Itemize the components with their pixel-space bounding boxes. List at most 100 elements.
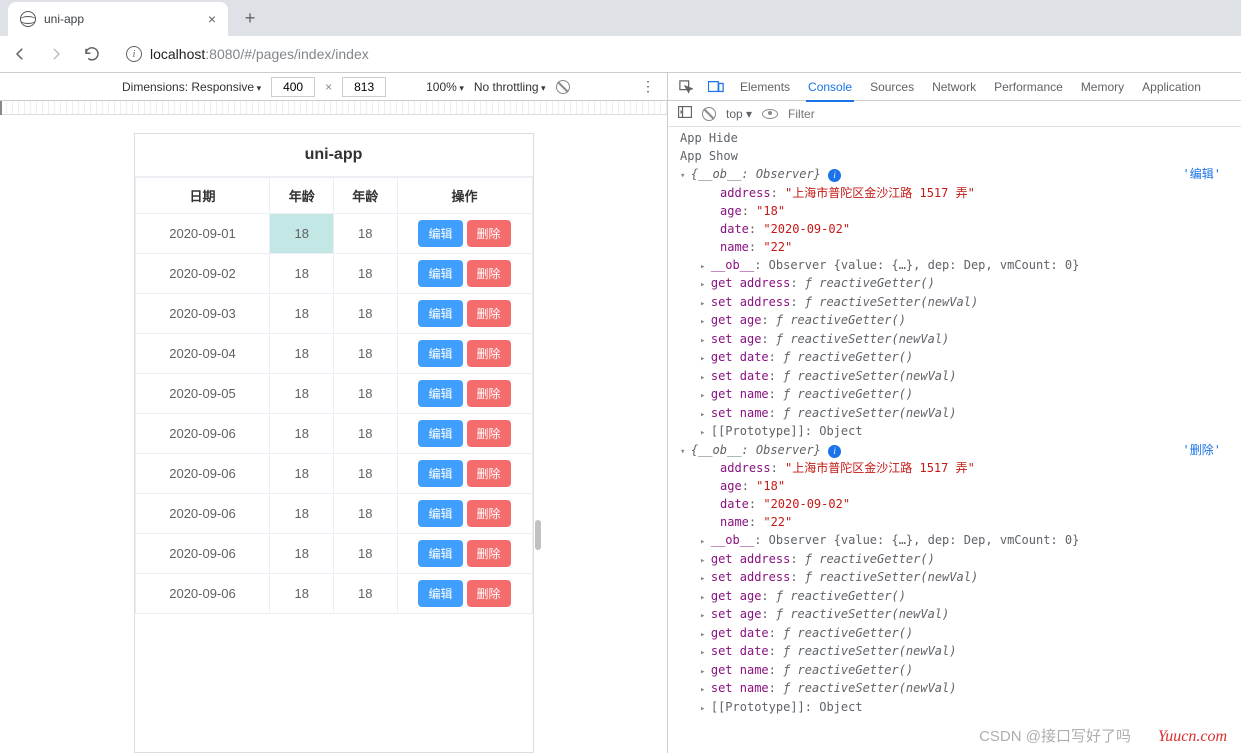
dimensions-dropdown[interactable]: Dimensions: Responsive xyxy=(122,80,261,94)
tab-strip: uni-app × + xyxy=(0,0,1241,36)
edit-button[interactable]: 编辑 xyxy=(418,500,462,527)
delete-button[interactable]: 删除 xyxy=(467,220,511,247)
close-icon[interactable]: × xyxy=(208,11,216,27)
column-header: 年龄 xyxy=(333,178,397,214)
delete-button[interactable]: 删除 xyxy=(467,460,511,487)
device-height-input[interactable] xyxy=(342,77,386,97)
cell-age: 18 xyxy=(270,334,334,374)
cell-date: 2020-09-04 xyxy=(135,334,270,374)
devtools-tab-network[interactable]: Network xyxy=(930,74,978,100)
delete-button[interactable]: 删除 xyxy=(467,500,511,527)
cell-age: 18 xyxy=(333,214,397,254)
table-row: 2020-09-03 18 18 编辑 删除 xyxy=(135,294,532,334)
column-header: 日期 xyxy=(135,178,270,214)
edit-button[interactable]: 编辑 xyxy=(418,300,462,327)
throttling-dropdown[interactable]: No throttling xyxy=(474,80,546,94)
delete-button[interactable]: 删除 xyxy=(467,260,511,287)
url-text: localhost:8080/#/pages/index/index xyxy=(150,46,369,62)
table-row: 2020-09-06 18 18 编辑 删除 xyxy=(135,454,532,494)
edit-button[interactable]: 编辑 xyxy=(418,460,462,487)
cell-age: 18 xyxy=(270,494,334,534)
browser-tab[interactable]: uni-app × xyxy=(8,2,228,36)
browser-toolbar: i localhost:8080/#/pages/index/index xyxy=(0,36,1241,72)
context-selector[interactable]: top ▾ xyxy=(726,107,752,121)
device-emulator: Dimensions: Responsive × 100% No throttl… xyxy=(0,73,668,753)
console-sidebar-toggle-icon[interactable] xyxy=(678,106,692,121)
no-throttle-icon[interactable] xyxy=(556,80,570,94)
live-expression-icon[interactable] xyxy=(762,109,778,119)
edit-button[interactable]: 编辑 xyxy=(418,220,462,247)
browser-chrome: uni-app × + i localhost:8080/#/pages/ind… xyxy=(0,0,1241,73)
data-table: 日期年龄年龄操作 2020-09-01 18 18 编辑 删除 2020-09-… xyxy=(135,177,533,614)
zoom-dropdown[interactable]: 100% xyxy=(426,80,464,94)
table-row: 2020-09-05 18 18 编辑 删除 xyxy=(135,374,532,414)
cell-date: 2020-09-06 xyxy=(135,454,270,494)
device-viewport: uni-app 日期年龄年龄操作 2020-09-01 18 18 编辑 删除 … xyxy=(134,133,534,753)
delete-button[interactable]: 删除 xyxy=(467,300,511,327)
site-info-icon[interactable]: i xyxy=(126,46,142,62)
table-row: 2020-09-06 18 18 编辑 删除 xyxy=(135,414,532,454)
table-row: 2020-09-06 18 18 编辑 删除 xyxy=(135,534,532,574)
devtools-tab-application[interactable]: Application xyxy=(1140,74,1203,100)
cell-date: 2020-09-01 xyxy=(135,214,270,254)
back-button[interactable] xyxy=(8,42,32,66)
cell-age: 18 xyxy=(270,374,334,414)
edit-button[interactable]: 编辑 xyxy=(418,340,462,367)
cell-date: 2020-09-06 xyxy=(135,414,270,454)
cell-date: 2020-09-06 xyxy=(135,534,270,574)
csdn-watermark: CSDN @接口写好了吗 xyxy=(979,725,1131,746)
delete-button[interactable]: 删除 xyxy=(467,380,511,407)
cell-age: 18 xyxy=(333,254,397,294)
cell-age: 18 xyxy=(270,534,334,574)
cell-date: 2020-09-06 xyxy=(135,494,270,534)
more-options-icon[interactable]: ⋮ xyxy=(641,78,655,95)
tab-title: uni-app xyxy=(44,12,84,26)
inspect-icon[interactable] xyxy=(678,79,694,95)
devtools-tab-sources[interactable]: Sources xyxy=(868,74,916,100)
cell-age: 18 xyxy=(270,574,334,614)
devtools-tab-elements[interactable]: Elements xyxy=(738,74,792,100)
cell-actions: 编辑 删除 xyxy=(397,334,532,374)
clear-console-icon[interactable] xyxy=(702,107,716,121)
forward-button[interactable] xyxy=(44,42,68,66)
address-bar[interactable]: i localhost:8080/#/pages/index/index xyxy=(116,40,1233,68)
reload-button[interactable] xyxy=(80,42,104,66)
edit-button[interactable]: 编辑 xyxy=(418,580,462,607)
cell-date: 2020-09-05 xyxy=(135,374,270,414)
cell-age: 18 xyxy=(270,254,334,294)
table-row: 2020-09-02 18 18 编辑 删除 xyxy=(135,254,532,294)
edit-button[interactable]: 编辑 xyxy=(418,260,462,287)
delete-button[interactable]: 删除 xyxy=(467,340,511,367)
cell-age: 18 xyxy=(333,374,397,414)
devtools-tab-memory[interactable]: Memory xyxy=(1079,74,1126,100)
table-row: 2020-09-04 18 18 编辑 删除 xyxy=(135,334,532,374)
cell-date: 2020-09-03 xyxy=(135,294,270,334)
console-output[interactable]: App HideApp Show{__ob__: Observer} i'编辑'… xyxy=(668,127,1241,753)
delete-button[interactable]: 删除 xyxy=(467,580,511,607)
cell-age: 18 xyxy=(333,534,397,574)
new-tab-button[interactable]: + xyxy=(236,4,264,32)
edit-button[interactable]: 编辑 xyxy=(418,380,462,407)
delete-button[interactable]: 删除 xyxy=(467,540,511,567)
devtools-tab-console[interactable]: Console xyxy=(806,74,854,102)
cell-age: 18 xyxy=(333,494,397,534)
console-filter-input[interactable] xyxy=(788,107,1231,121)
scrollbar-thumb[interactable] xyxy=(535,520,541,550)
cell-age: 18 xyxy=(270,294,334,334)
cell-actions: 编辑 删除 xyxy=(397,294,532,334)
delete-button[interactable]: 删除 xyxy=(467,420,511,447)
table-row: 2020-09-06 18 18 编辑 删除 xyxy=(135,574,532,614)
edit-button[interactable]: 编辑 xyxy=(418,540,462,567)
cell-actions: 编辑 删除 xyxy=(397,454,532,494)
table-row: 2020-09-06 18 18 编辑 删除 xyxy=(135,494,532,534)
device-toggle-icon[interactable] xyxy=(708,79,724,95)
page-title: uni-app xyxy=(135,134,533,177)
cell-age: 18 xyxy=(333,334,397,374)
cell-actions: 编辑 删除 xyxy=(397,374,532,414)
edit-button[interactable]: 编辑 xyxy=(418,420,462,447)
devtools-tab-performance[interactable]: Performance xyxy=(992,74,1065,100)
globe-icon xyxy=(20,11,36,27)
device-width-input[interactable] xyxy=(271,77,315,97)
dimension-separator: × xyxy=(325,80,332,94)
cell-date: 2020-09-06 xyxy=(135,574,270,614)
